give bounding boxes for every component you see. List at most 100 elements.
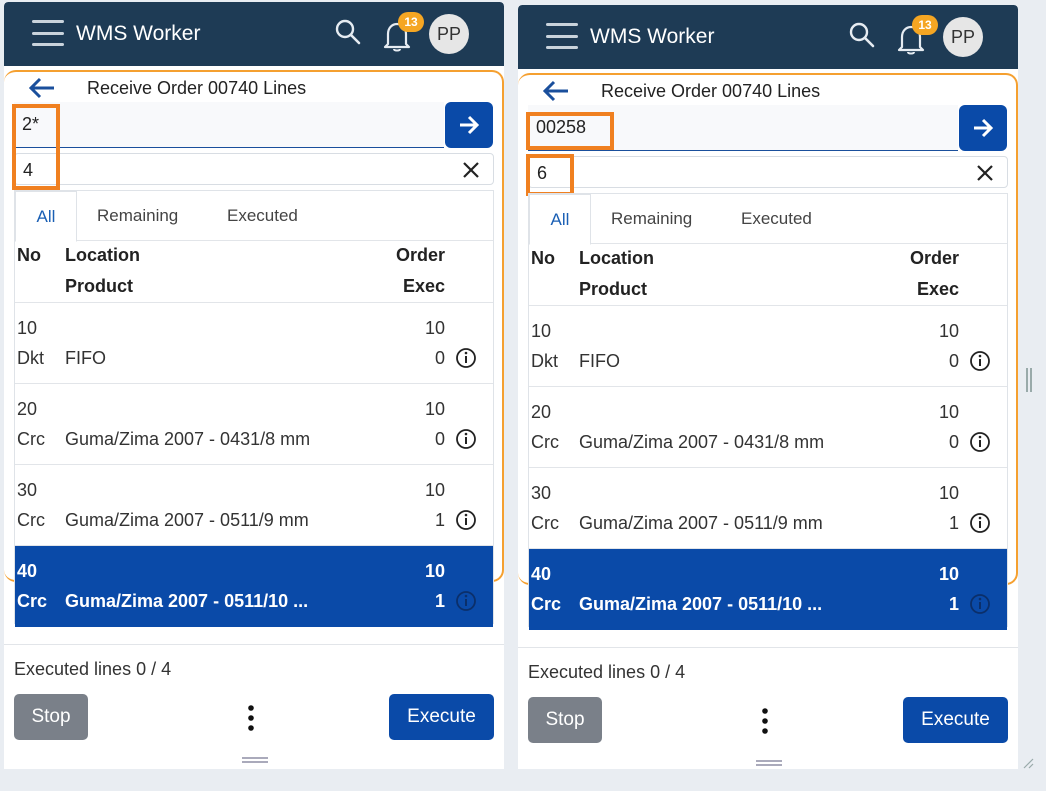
info-icon[interactable] <box>455 347 477 369</box>
more-vertical-icon[interactable] <box>247 704 255 732</box>
table-row-selected[interactable]: 40 Crc Guma/Zima 2007 - 0511/10 ... 10 1 <box>15 546 493 627</box>
row-location: Crc <box>17 510 45 530</box>
table-row-selected[interactable]: 40 Crc Guma/Zima 2007 - 0511/10 ... 10 1 <box>529 549 1007 630</box>
row-exec: 0 <box>434 429 445 449</box>
table-row[interactable]: 10 Dkt FIFO 10 0 <box>529 306 1007 387</box>
info-icon[interactable] <box>969 431 991 453</box>
scan-input[interactable]: 2* <box>14 102 444 148</box>
avatar[interactable]: PP <box>943 17 983 57</box>
quantity-value: 6 <box>537 163 548 183</box>
arrow-right-icon <box>974 118 994 138</box>
table-row[interactable]: 10 Dkt FIFO 10 0 <box>15 303 493 384</box>
row-order: 10 <box>424 399 445 419</box>
submit-arrow-button[interactable] <box>959 105 1007 151</box>
order-lines-list: All Remaining Executed No Location Produ… <box>528 193 1008 630</box>
row-product: Guma/Zima 2007 - 0431/8 mm <box>65 429 311 449</box>
row-product: FIFO <box>65 348 106 368</box>
page-header: Receive Order 00740 Lines <box>518 73 1018 107</box>
row-no: 40 <box>531 564 552 584</box>
app-panel-left: WMS Worker 13 PP Receive Order 00740 Lin… <box>4 2 504 769</box>
row-order: 10 <box>424 480 445 500</box>
row-exec: 0 <box>434 348 445 368</box>
row-exec: 0 <box>948 432 959 452</box>
row-no: 30 <box>17 480 38 500</box>
resize-grip-icon[interactable] <box>756 760 782 766</box>
col-product: Product <box>579 279 648 299</box>
more-vertical-icon[interactable] <box>761 707 769 735</box>
row-exec: 1 <box>948 594 959 614</box>
page-header: Receive Order 00740 Lines <box>4 70 504 104</box>
info-icon[interactable] <box>455 509 477 531</box>
row-order: 10 <box>424 318 445 338</box>
info-icon[interactable] <box>969 350 991 372</box>
row-no: 10 <box>531 321 552 341</box>
col-no: No <box>17 245 41 265</box>
tab-all[interactable]: All <box>529 194 591 245</box>
submit-arrow-button[interactable] <box>445 102 493 148</box>
tab-executed[interactable]: Executed <box>741 194 812 244</box>
back-arrow-icon[interactable] <box>542 79 570 103</box>
close-icon[interactable] <box>975 163 995 183</box>
table-row[interactable]: 20 Crc Guma/Zima 2007 - 0431/8 mm 10 0 <box>15 384 493 465</box>
row-exec: 0 <box>948 351 959 371</box>
row-location: Crc <box>531 513 559 533</box>
row-location: Crc <box>17 429 45 449</box>
close-icon[interactable] <box>461 160 481 180</box>
scan-input[interactable]: 00258 <box>528 105 958 151</box>
table-row[interactable]: 20 Crc Guma/Zima 2007 - 0431/8 mm 10 0 <box>529 387 1007 468</box>
app-panel-right: WMS Worker 13 PP Receive Order 00740 Lin… <box>518 5 1018 769</box>
info-icon[interactable] <box>455 590 477 612</box>
row-product: Guma/Zima 2007 - 0431/8 mm <box>579 432 825 452</box>
row-no: 10 <box>17 318 38 338</box>
page-title: Receive Order 00740 Lines <box>601 81 821 101</box>
scan-row: 00258 <box>528 105 1007 153</box>
table-row[interactable]: 30 Crc Guma/Zima 2007 - 0511/9 mm 10 1 <box>529 468 1007 549</box>
execute-button[interactable]: Execute <box>389 694 494 740</box>
col-location: Location <box>65 245 140 265</box>
tab-bar: All Remaining Executed <box>15 191 493 242</box>
quantity-value: 4 <box>23 160 34 180</box>
execute-button[interactable]: Execute <box>903 697 1008 743</box>
resize-grip-icon[interactable] <box>242 757 268 763</box>
row-location: Crc <box>17 591 48 611</box>
divider <box>518 647 1018 648</box>
row-exec: 1 <box>948 513 959 533</box>
row-no: 40 <box>17 561 38 581</box>
hamburger-menu-icon[interactable] <box>546 23 578 49</box>
row-product: Guma/Zima 2007 - 0511/9 mm <box>65 510 309 530</box>
row-product: FIFO <box>579 351 620 371</box>
back-arrow-icon[interactable] <box>28 76 56 100</box>
row-product: Guma/Zima 2007 - 0511/10 ... <box>579 594 823 614</box>
tab-all[interactable]: All <box>15 191 77 242</box>
notification-badge: 13 <box>398 12 424 32</box>
info-icon[interactable] <box>455 428 477 450</box>
row-location: Crc <box>531 432 559 452</box>
arrow-right-icon <box>460 115 480 135</box>
stop-button[interactable]: Stop <box>528 697 602 743</box>
tab-bar: All Remaining Executed <box>529 194 1007 245</box>
notification-badge: 13 <box>912 15 938 35</box>
quantity-field[interactable]: 6 <box>528 156 1008 188</box>
table-row[interactable]: 30 Crc Guma/Zima 2007 - 0511/9 mm 10 1 <box>15 465 493 546</box>
app-title: WMS Worker <box>76 22 201 45</box>
info-icon[interactable] <box>969 512 991 534</box>
quantity-field[interactable]: 4 <box>14 153 494 185</box>
tab-remaining[interactable]: Remaining <box>611 194 692 244</box>
app-title: WMS Worker <box>590 25 715 48</box>
vertical-splitter-icon[interactable] <box>1026 368 1032 392</box>
divider <box>4 644 504 645</box>
info-icon[interactable] <box>969 593 991 615</box>
row-order: 10 <box>938 483 959 503</box>
search-icon[interactable] <box>334 18 362 46</box>
row-location: Dkt <box>531 351 558 371</box>
row-no: 20 <box>17 399 38 419</box>
avatar[interactable]: PP <box>429 14 469 54</box>
search-icon[interactable] <box>848 21 876 49</box>
tab-executed[interactable]: Executed <box>227 191 298 241</box>
tab-remaining[interactable]: Remaining <box>97 191 178 241</box>
row-product: Guma/Zima 2007 - 0511/10 ... <box>65 591 309 611</box>
stop-button[interactable]: Stop <box>14 694 88 740</box>
hamburger-menu-icon[interactable] <box>32 20 64 46</box>
window-resize-icon[interactable] <box>1022 757 1034 769</box>
col-exec: Exec <box>402 276 445 296</box>
